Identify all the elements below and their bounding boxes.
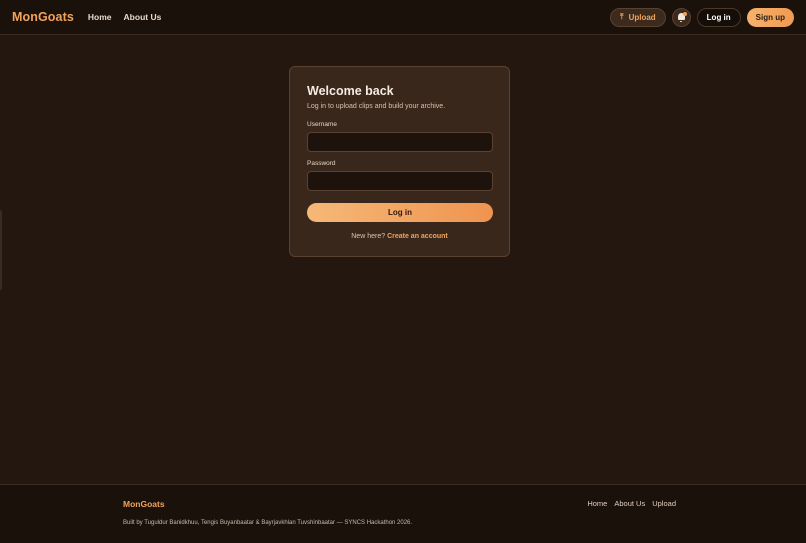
upload-icon: ⤒ xyxy=(620,12,624,21)
create-account-link[interactable]: Create an account xyxy=(387,233,448,240)
password-input[interactable] xyxy=(307,171,493,191)
upload-button-label: Upload xyxy=(628,12,656,22)
header-actions: ⤒ Upload Log in Sign up xyxy=(610,7,794,27)
upload-button[interactable]: ⤒ Upload xyxy=(610,7,666,27)
signup-prompt-text: New here? xyxy=(351,233,386,240)
login-card: Welcome back Log in to upload clips and … xyxy=(289,66,510,257)
signup-prompt: New here? Create an account xyxy=(307,233,492,240)
site-footer: MonGoats Home About Us Upload Built by T… xyxy=(0,484,806,543)
username-label: Username xyxy=(307,121,337,128)
footer-about-link[interactable]: About Us xyxy=(614,499,645,508)
brand-logo[interactable]: MonGoats xyxy=(12,10,74,24)
password-label: Password xyxy=(307,160,336,167)
header-login-button[interactable]: Log in xyxy=(696,7,741,27)
page: MonGoats Home About Us ⤒ Upload Log in S… xyxy=(0,0,806,543)
login-submit-button[interactable]: Log in xyxy=(307,203,493,222)
login-title: Welcome back xyxy=(307,84,394,98)
footer-credits: Built by Tuguldur Banidkhuu, Tengis Buya… xyxy=(123,520,413,526)
nav-about-link[interactable]: About Us xyxy=(124,12,162,22)
notifications-button[interactable] xyxy=(671,7,691,27)
side-panel-handle[interactable] xyxy=(0,210,2,290)
username-input[interactable] xyxy=(307,132,493,152)
notification-dot xyxy=(682,11,687,16)
footer-brand: MonGoats xyxy=(123,499,165,509)
footer-nav: Home About Us Upload xyxy=(587,499,676,508)
login-subtitle: Log in to upload clips and build your ar… xyxy=(307,103,446,110)
signup-button[interactable]: Sign up xyxy=(746,7,794,27)
nav-home-link[interactable]: Home xyxy=(88,12,112,22)
footer-home-link[interactable]: Home xyxy=(587,499,607,508)
top-nav: MonGoats Home About Us ⤒ Upload Log in S… xyxy=(0,0,806,35)
footer-upload-link[interactable]: Upload xyxy=(652,499,676,508)
